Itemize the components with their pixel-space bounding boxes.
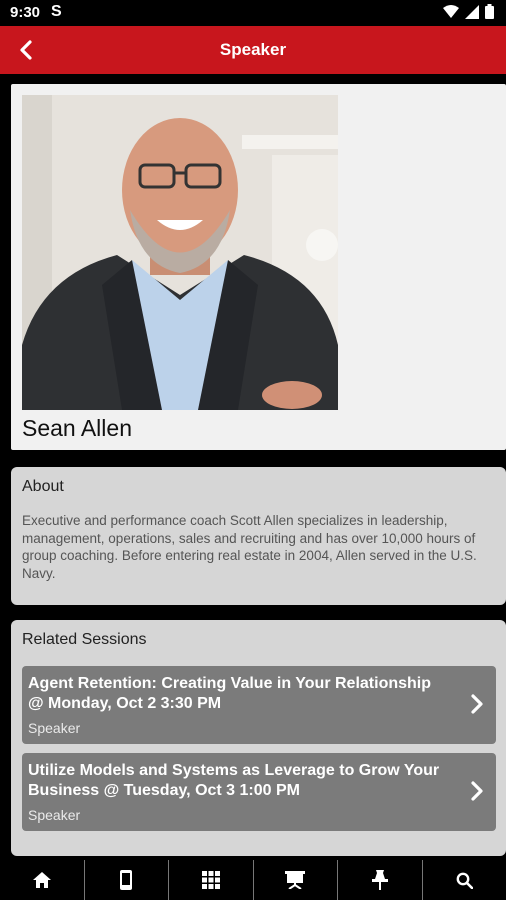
signal-icon [465,4,479,19]
app-bar: Speaker [0,26,506,74]
about-text: Executive and performance coach Scott Al… [22,513,477,581]
speaker-photo [22,95,338,410]
status-bar: 9:30 S [0,0,506,26]
speaker-name: Sean Allen [22,415,132,441]
tab-search[interactable] [421,860,506,900]
page-title: Speaker [219,40,287,59]
phone-icon [120,870,133,890]
session-item[interactable]: Utilize Models and Systems as Leverage t… [22,753,496,831]
home-icon [32,872,51,888]
speaker-profile-card: Sean Allen [11,84,506,450]
status-time: 9:30 [10,4,41,21]
session-role: Speaker [28,807,81,823]
wifi-icon [443,4,459,18]
chevron-right-icon [471,694,483,714]
about-card: About Executive and performance coach Sc… [11,467,506,605]
related-sessions-card: Related Sessions Agent Retention: Creati… [11,620,506,856]
related-sessions-heading: Related Sessions [22,631,147,648]
tab-grid[interactable] [168,860,253,900]
grid-icon [201,871,220,889]
about-heading: About [22,478,64,495]
session-item[interactable]: Agent Retention: Creating Value in Your … [22,666,496,744]
battery-icon [485,4,494,19]
session-role: Speaker [28,720,81,736]
tab-presentation[interactable] [252,860,338,900]
session-title: Agent Retention: Creating Value in Your … [28,675,431,712]
pin-icon [371,870,388,890]
status-icons [443,4,494,19]
tab-phone[interactable] [83,860,169,900]
search-icon [456,872,473,889]
bottom-tab-bar [0,860,506,900]
session-title: Utilize Models and Systems as Leverage t… [28,762,440,799]
tab-home[interactable] [0,860,84,900]
chevron-right-icon [471,781,483,801]
notification-icon: S [51,3,62,20]
presentation-icon [285,871,306,889]
tab-pin[interactable] [337,860,422,900]
